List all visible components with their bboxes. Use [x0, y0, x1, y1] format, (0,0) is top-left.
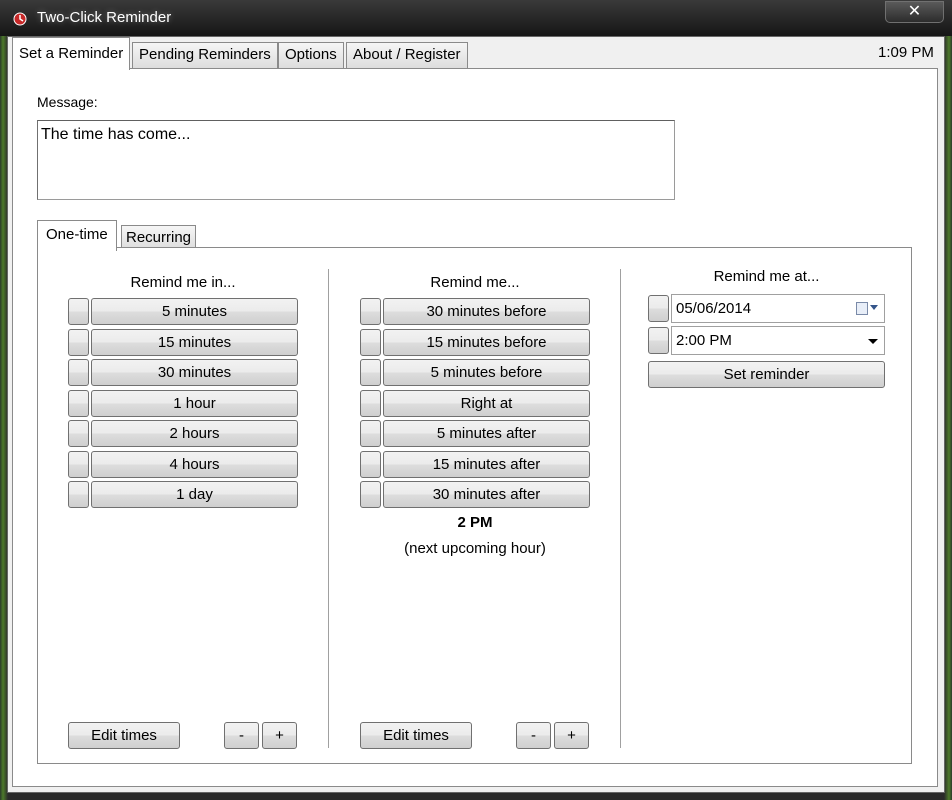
remind-in-1-hour-button[interactable]: 1 hour	[91, 390, 298, 417]
message-field[interactable]: The time has come...	[37, 120, 675, 200]
quick-select-5-before[interactable]	[360, 359, 381, 386]
window-title: Two-Click Reminder	[37, 9, 172, 26]
quick-select-1-day[interactable]	[68, 481, 89, 508]
remind-in-2-hours-button[interactable]: 2 hours	[91, 420, 298, 447]
remove-time-button-col1[interactable]: -	[224, 722, 259, 749]
remind-15-minutes-after-button[interactable]: 15 minutes after	[383, 451, 590, 478]
add-time-button-col2[interactable]: +	[554, 722, 589, 749]
tab-pending-reminders[interactable]: Pending Reminders	[132, 42, 278, 69]
title-bar[interactable]: Two-Click Reminder ✕	[0, 0, 952, 36]
set-reminder-button[interactable]: Set reminder	[648, 361, 885, 388]
remove-time-button-col2[interactable]: -	[516, 722, 551, 749]
remind-in-heading: Remind me in...	[130, 274, 236, 291]
target-time-note: (next upcoming hour)	[404, 540, 546, 557]
remind-5-minutes-after-button[interactable]: 5 minutes after	[383, 420, 590, 447]
quick-select-15-after[interactable]	[360, 451, 381, 478]
remind-at-heading: Remind me at...	[713, 268, 820, 285]
quick-select-2-hours[interactable]	[68, 420, 89, 447]
column-divider	[328, 269, 329, 748]
quick-select-15-before[interactable]	[360, 329, 381, 356]
quick-select-1-hour[interactable]	[68, 390, 89, 417]
edit-times-button-col1[interactable]: Edit times	[68, 722, 180, 749]
remind-in-4-hours-button[interactable]: 4 hours	[91, 451, 298, 478]
quick-select-5-minutes[interactable]	[68, 298, 89, 325]
main-panel: 1:09 PM Set a Reminder Pending Reminders…	[7, 36, 945, 793]
remind-right-at-button[interactable]: Right at	[383, 390, 590, 417]
add-time-button-col1[interactable]: +	[262, 722, 297, 749]
chevron-down-icon[interactable]	[868, 339, 878, 344]
date-enable-checkbox[interactable]	[648, 295, 669, 322]
column-divider	[620, 269, 621, 748]
remind-5-minutes-before-button[interactable]: 5 minutes before	[383, 359, 590, 386]
clock-display: 1:09 PM	[878, 44, 934, 61]
tab-options[interactable]: Options	[278, 42, 344, 69]
one-time-panel: Remind me in... 5 minutes 15 minutes 30 …	[37, 247, 912, 764]
set-reminder-page: Message: The time has come... One-time R…	[12, 68, 938, 787]
quick-select-30-minutes[interactable]	[68, 359, 89, 386]
time-enable-checkbox[interactable]	[648, 327, 669, 354]
alarm-icon	[13, 12, 27, 26]
remind-15-minutes-before-button[interactable]: 15 minutes before	[383, 329, 590, 356]
close-button[interactable]: ✕	[885, 1, 944, 23]
tab-about-register[interactable]: About / Register	[346, 42, 468, 69]
edit-times-button-col2[interactable]: Edit times	[360, 722, 472, 749]
quick-select-30-after[interactable]	[360, 481, 381, 508]
remind-30-minutes-before-button[interactable]: 30 minutes before	[383, 298, 590, 325]
quick-select-30-before[interactable]	[360, 298, 381, 325]
calendar-icon[interactable]	[856, 302, 868, 315]
remind-in-30-minutes-button[interactable]: 30 minutes	[91, 359, 298, 386]
quick-select-15-minutes[interactable]	[68, 329, 89, 356]
tab-set-a-reminder[interactable]: Set a Reminder	[12, 37, 131, 70]
remind-in-15-minutes-button[interactable]: 15 minutes	[91, 329, 298, 356]
target-time: 2 PM	[457, 514, 493, 531]
date-picker[interactable]: 05/06/2014	[671, 294, 885, 323]
chevron-down-icon[interactable]	[870, 305, 878, 310]
quick-select-4-hours[interactable]	[68, 451, 89, 478]
message-label: Message:	[37, 94, 98, 110]
window-frame: Two-Click Reminder ✕ 1:09 PM Set a Remin…	[0, 0, 952, 800]
remind-me-heading: Remind me...	[430, 274, 520, 291]
quick-select-5-after[interactable]	[360, 420, 381, 447]
tab-one-time[interactable]: One-time	[37, 220, 117, 251]
date-value: 05/06/2014	[676, 300, 752, 317]
remind-in-5-minutes-button[interactable]: 5 minutes	[91, 298, 298, 325]
remind-30-minutes-after-button[interactable]: 30 minutes after	[383, 481, 590, 508]
quick-select-right-at[interactable]	[360, 390, 381, 417]
time-dropdown[interactable]: 2:00 PM	[671, 326, 885, 355]
remind-in-1-day-button[interactable]: 1 day	[91, 481, 298, 508]
time-value: 2:00 PM	[676, 332, 732, 349]
